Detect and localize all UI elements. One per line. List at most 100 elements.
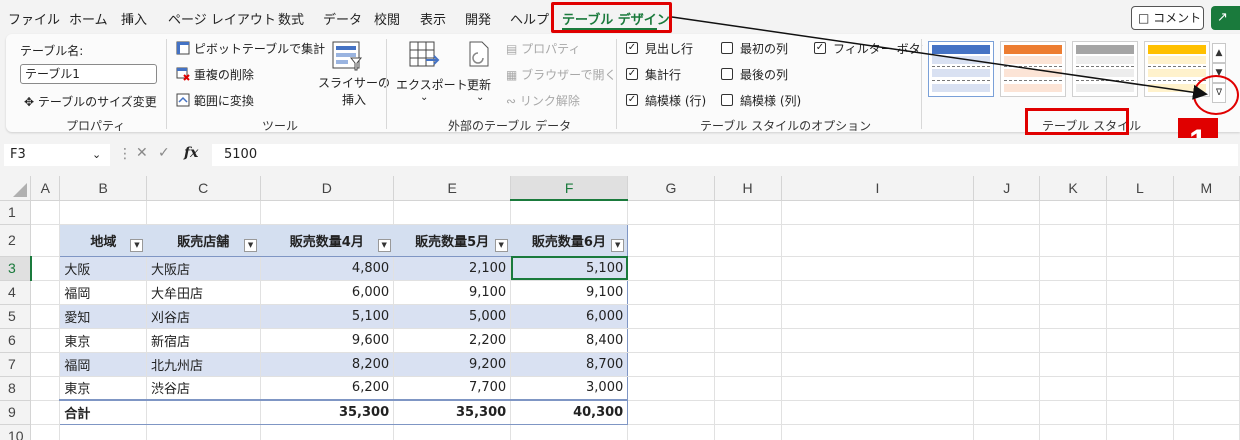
column-header-m[interactable]: M (1173, 176, 1240, 201)
cell[interactable] (973, 280, 1041, 305)
header-row-checkbox[interactable]: ✓ (626, 42, 638, 54)
filter-button-checkbox[interactable]: ✓ (814, 42, 826, 54)
column-header-d[interactable]: D (260, 176, 395, 201)
cell[interactable] (781, 224, 975, 257)
cell[interactable] (59, 424, 147, 440)
enter-icon[interactable]: ✓ (158, 145, 170, 161)
table-row[interactable]: 北九州店 (146, 352, 261, 377)
cell[interactable] (393, 424, 512, 440)
cell[interactable] (714, 376, 782, 401)
column-header-k[interactable]: K (1039, 176, 1107, 201)
cell[interactable] (1039, 400, 1107, 425)
cell[interactable] (627, 328, 715, 353)
cell[interactable] (1039, 328, 1107, 353)
table-row[interactable]: 5,100 (260, 304, 395, 329)
table-row[interactable]: 6,200 (260, 376, 395, 401)
row-header-3[interactable]: 3 (0, 256, 32, 281)
cell[interactable] (973, 376, 1041, 401)
table-header-april[interactable]: 販売数量4月 ▼ (260, 223, 394, 257)
table-row[interactable]: 刈谷店 (146, 304, 261, 329)
cell[interactable] (781, 424, 975, 440)
cell[interactable] (781, 200, 975, 225)
filter-dropdown-icon[interactable]: ▼ (244, 238, 258, 252)
banded-rows-checkbox[interactable]: ✓ (626, 94, 638, 106)
cell[interactable] (1039, 424, 1107, 440)
cell[interactable] (30, 400, 61, 425)
cell[interactable] (781, 328, 975, 353)
total-row-cell[interactable]: 40,300 (510, 399, 629, 425)
table-header-region[interactable]: 地域 ▼ (59, 223, 147, 257)
menu-review[interactable]: 校閲 (374, 9, 400, 28)
table-row[interactable]: 東京 (59, 376, 147, 401)
select-all-corner[interactable] (0, 176, 32, 201)
cell[interactable] (973, 256, 1041, 281)
cell[interactable] (973, 200, 1041, 225)
table-row[interactable]: 愛知 (59, 304, 147, 329)
row-header-7[interactable]: 7 (0, 352, 32, 377)
table-row[interactable]: 9,600 (260, 328, 395, 353)
column-header-b[interactable]: B (59, 176, 147, 201)
column-header-l[interactable]: L (1106, 176, 1174, 201)
cell[interactable] (1106, 224, 1174, 257)
total-row-cell[interactable]: 35,300 (260, 399, 395, 425)
cell[interactable] (627, 256, 715, 281)
table-row[interactable]: 新宿店 (146, 328, 261, 353)
filter-dropdown-icon[interactable]: ▼ (130, 238, 144, 252)
column-header-e[interactable]: E (393, 176, 512, 201)
cell[interactable] (510, 424, 629, 440)
column-header-c[interactable]: C (146, 176, 261, 201)
refresh-button[interactable]: 更新 (467, 76, 491, 93)
cell[interactable] (627, 224, 715, 257)
menu-page-layout[interactable]: ページ レイアウト (168, 9, 276, 28)
refresh-dropdown-chevron-icon[interactable]: ⌄ (476, 92, 484, 103)
table-row[interactable]: 大阪店 (146, 256, 261, 281)
menu-developer[interactable]: 開発 (465, 9, 491, 28)
cell[interactable] (714, 424, 782, 440)
column-header-h[interactable]: H (714, 176, 782, 201)
insert-function-icon[interactable]: fx (184, 145, 198, 161)
cell[interactable] (1106, 200, 1174, 225)
column-header-f[interactable]: F (510, 176, 629, 201)
total-row-label[interactable]: 合計 (59, 399, 147, 425)
table-row[interactable]: 9,200 (393, 352, 512, 377)
cell[interactable] (1039, 376, 1107, 401)
column-header-j[interactable]: J (973, 176, 1041, 201)
table-row[interactable]: 7,700 (393, 376, 512, 401)
table-style-swatch-gray[interactable] (1072, 41, 1138, 97)
cell[interactable] (1173, 424, 1240, 440)
menu-home[interactable]: ホーム (69, 9, 108, 28)
cell[interactable] (1173, 352, 1240, 377)
table-row[interactable]: 東京 (59, 328, 147, 353)
name-box-dropdown-icon[interactable]: ⌄ (92, 144, 101, 166)
cell[interactable] (1173, 400, 1240, 425)
pivot-summarize-button[interactable]: ピボットテーブルで集計 (176, 40, 325, 57)
table-row[interactable]: 渋谷店 (146, 376, 261, 401)
row-header-5[interactable]: 5 (0, 304, 32, 329)
cell[interactable] (1106, 280, 1174, 305)
cell[interactable] (1039, 224, 1107, 257)
cell[interactable] (1106, 400, 1174, 425)
cell[interactable] (973, 224, 1041, 257)
column-header-a[interactable]: A (30, 176, 61, 201)
cell[interactable] (30, 352, 61, 377)
cell[interactable] (260, 200, 395, 225)
formula-input[interactable]: 5100 (212, 144, 1238, 166)
cell[interactable] (781, 400, 975, 425)
cell[interactable] (1173, 200, 1240, 225)
table-header-june[interactable]: 販売数量6月 ▼ (510, 223, 629, 257)
table-row[interactable]: 大阪 (59, 256, 147, 281)
cell[interactable] (1106, 256, 1174, 281)
table-row[interactable]: 6,000 (510, 304, 629, 329)
row-header-4[interactable]: 4 (0, 280, 32, 305)
cell[interactable] (1173, 376, 1240, 401)
gallery-scroll-up-button[interactable]: ▲ (1212, 43, 1226, 63)
table-row[interactable]: 福岡 (59, 280, 147, 305)
cell[interactable] (30, 256, 61, 281)
cell[interactable] (714, 224, 782, 257)
table-row[interactable]: 2,200 (393, 328, 512, 353)
cell[interactable] (1173, 256, 1240, 281)
cell[interactable] (30, 304, 61, 329)
cell[interactable] (714, 304, 782, 329)
cell[interactable] (627, 352, 715, 377)
row-header-1[interactable]: 1 (0, 200, 32, 225)
